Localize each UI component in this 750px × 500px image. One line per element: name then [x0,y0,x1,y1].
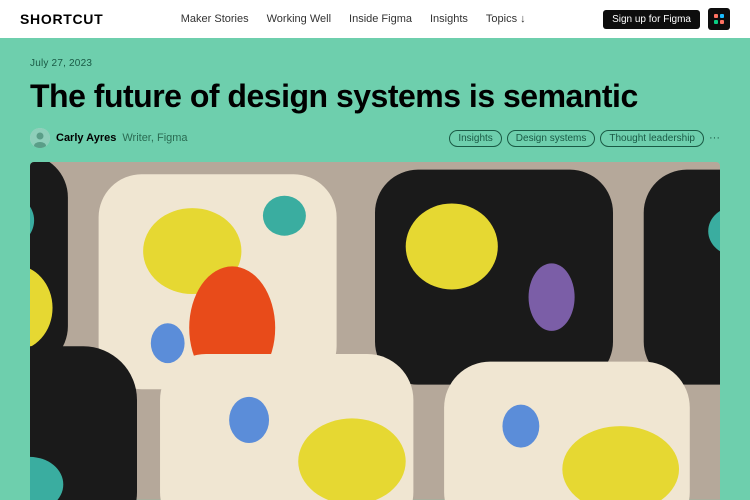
nav-links: Maker Stories Working Well Inside Figma … [181,13,526,25]
author-name[interactable]: Carly Ayres [56,132,116,144]
tag-more-icon[interactable]: ··· [709,132,720,144]
author-avatar [30,128,50,148]
article-meta: Carly Ayres Writer, Figma Insights Desig… [30,128,720,148]
tags-area: Insights Design systems Thought leadersh… [449,130,720,147]
tag-thought-leadership[interactable]: Thought leadership [600,130,704,147]
navigation: SHORTCUT Maker Stories Working Well Insi… [0,0,750,38]
author-role: Writer, Figma [122,132,187,144]
nav-link-topics[interactable]: Topics ↓ [486,13,526,25]
nav-link-maker-stories[interactable]: Maker Stories [181,13,249,25]
nav-link-insights[interactable]: Insights [430,13,468,25]
tag-design-systems[interactable]: Design systems [507,130,596,147]
article-date: July 27, 2023 [30,58,720,69]
illustration-svg [30,162,720,500]
article-title: The future of design systems is semantic [30,79,720,114]
nav-link-inside-figma[interactable]: Inside Figma [349,13,412,25]
nav-link-working-well[interactable]: Working Well [267,13,331,25]
author-area: Carly Ayres Writer, Figma [30,128,188,148]
figma-icon [708,8,730,30]
article-illustration [30,162,720,500]
tag-insights[interactable]: Insights [449,130,501,147]
article-header: July 27, 2023 The future of design syste… [0,38,750,162]
signup-button[interactable]: Sign up for Figma [603,10,700,29]
page-wrapper: SHORTCUT Maker Stories Working Well Insi… [0,0,750,500]
site-logo[interactable]: SHORTCUT [20,11,103,27]
nav-right: Sign up for Figma [603,8,730,30]
